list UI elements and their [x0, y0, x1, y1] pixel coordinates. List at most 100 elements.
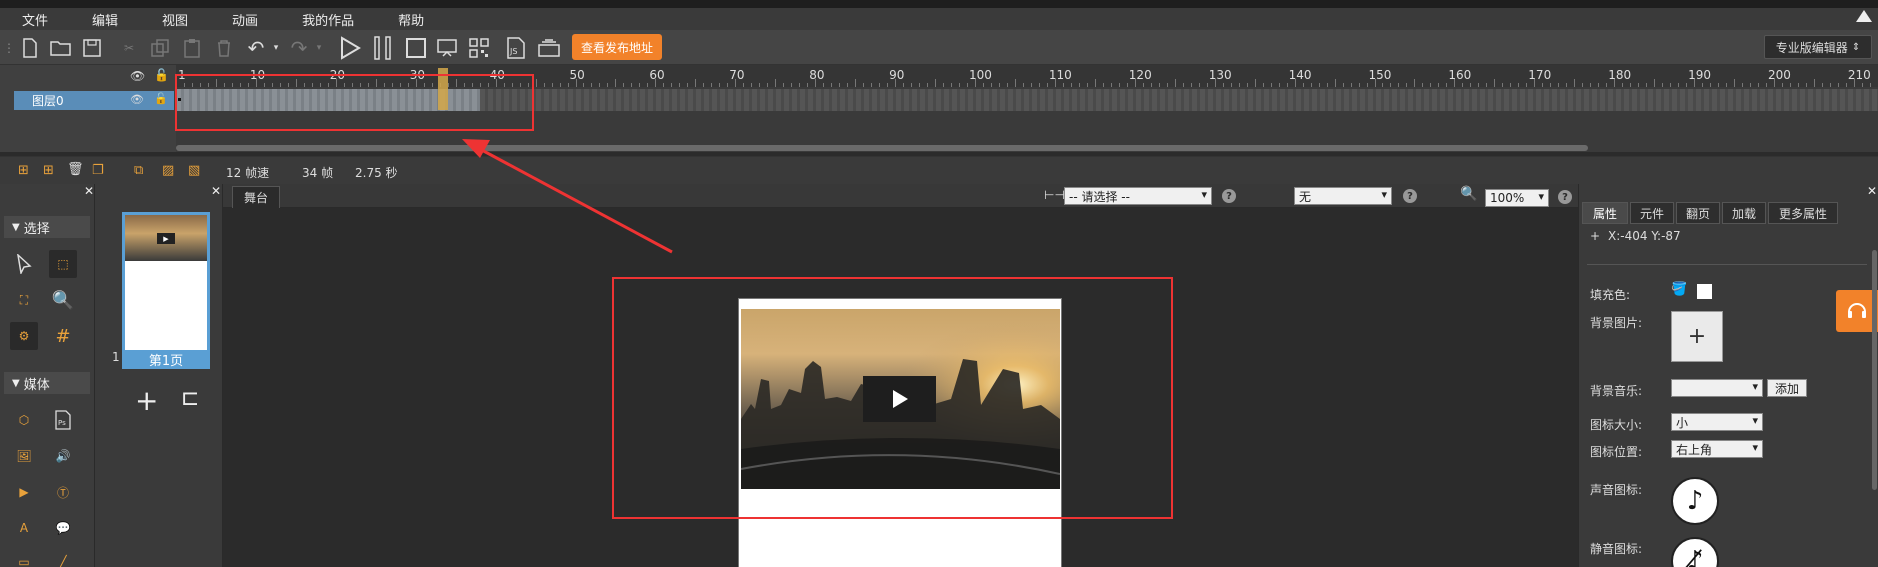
copy-icon[interactable] [148, 36, 172, 60]
menu-view[interactable]: 视图 [140, 10, 188, 29]
save-icon[interactable] [80, 36, 104, 60]
line-tool-icon[interactable]: ╱ [49, 548, 77, 567]
menu-file[interactable]: 文件 [0, 10, 48, 29]
ruler-tick [743, 83, 745, 87]
layers-stack-icon[interactable] [537, 36, 561, 60]
fill-color-swatch[interactable] [1697, 284, 1712, 299]
editor-mode-select[interactable]: 专业版编辑器 ⇕ [1764, 35, 1872, 59]
timeline-scrollbar[interactable] [176, 145, 1588, 151]
align-icon[interactable]: ⊢⊣ [1044, 188, 1065, 202]
subselect-icon[interactable]: ⬚ [49, 250, 77, 278]
add-layer-icon[interactable]: ⊞ [18, 163, 29, 178]
ruler-tick [1110, 83, 1112, 87]
help-icon[interactable]: ? [1222, 189, 1236, 203]
3d-box-icon[interactable]: ⬡ [10, 406, 38, 434]
close-icon[interactable]: ✕ [211, 184, 221, 198]
view-publish-url-button[interactable]: 查看发布地址 [572, 34, 662, 60]
menu-help[interactable]: 帮助 [376, 10, 424, 29]
media-section-label: 媒体 [23, 377, 50, 393]
menu-animation[interactable]: 动画 [210, 10, 258, 29]
stage-tab[interactable]: 舞台 [232, 186, 280, 208]
icon-position-select[interactable]: 右上角 [1671, 440, 1763, 458]
add-music-button[interactable]: 添加 [1767, 379, 1807, 397]
textbox-icon[interactable]: A [10, 514, 38, 542]
transform-icon[interactable]: ⛶ [10, 286, 38, 314]
open-folder-icon[interactable] [49, 36, 73, 60]
close-icon[interactable]: ✕ [1867, 184, 1877, 198]
preview-icon[interactable] [436, 36, 460, 60]
add-background-image-button[interactable]: + [1671, 311, 1723, 362]
photoshop-import-icon[interactable]: Ps [49, 406, 77, 434]
new-file-icon[interactable] [18, 36, 42, 60]
page-thumbnail[interactable]: ▶ [122, 212, 210, 369]
sound-icon-label: 声音图标: [1590, 483, 1643, 497]
undo-dropdown-icon[interactable]: ▾ [270, 36, 282, 60]
help-icon[interactable]: ? [1558, 190, 1572, 204]
onion-outline-icon[interactable]: ▨ [162, 163, 174, 178]
ruler-tick [1022, 83, 1024, 87]
layer-eye-icon[interactable]: 👁 [130, 93, 144, 106]
cut-icon[interactable]: ✂ [117, 36, 141, 60]
menu-edit[interactable]: 编辑 [70, 10, 118, 29]
edit-multiple-frames-icon[interactable]: ▧ [188, 163, 200, 178]
add-page-from-template-icon[interactable]: ⊏ [181, 386, 199, 411]
redo-dropdown-icon[interactable]: ▾ [313, 36, 325, 60]
audio-icon[interactable]: 🔊 [49, 442, 77, 470]
icon-size-select[interactable]: 小 [1671, 413, 1763, 431]
visibility-eye-icon[interactable]: 👁 [130, 69, 145, 83]
ruler-tick [591, 83, 593, 87]
copy-layer-icon[interactable]: ❐ [92, 163, 104, 178]
undo-icon[interactable]: ↶ [244, 36, 268, 60]
layer-lock-icon[interactable]: 🔓 [154, 92, 168, 105]
close-icon[interactable]: ✕ [84, 184, 94, 198]
select-section-header[interactable]: ▼ 选择 [4, 216, 90, 238]
tab-more-properties[interactable]: 更多属性 [1768, 202, 1838, 224]
tab-loading[interactable]: 加载 [1722, 202, 1766, 224]
add-page-icon[interactable]: + [135, 384, 158, 417]
pause-icon[interactable] [371, 36, 395, 60]
arrow-select-icon[interactable] [10, 250, 38, 278]
video-icon[interactable]: ▶ [10, 478, 38, 506]
lock-icon[interactable]: 🔓 [154, 68, 169, 82]
redo-icon[interactable]: ↷ [287, 36, 311, 60]
layer-row[interactable]: 图层0 👁 🔓 [14, 91, 174, 110]
collapse-caret-icon[interactable] [1856, 10, 1872, 22]
text-icon[interactable]: Ⓣ [49, 478, 77, 506]
ruler-tick [1774, 79, 1775, 87]
zoom-select[interactable]: 100% [1485, 189, 1549, 207]
tab-page-turn[interactable]: 翻页 [1676, 202, 1720, 224]
qrcode-icon[interactable] [467, 36, 491, 60]
tab-components[interactable]: 元件 [1630, 202, 1674, 224]
onion-skin-icon[interactable]: ⧉ [134, 163, 143, 178]
ruler-tick [1566, 83, 1568, 87]
tab-properties[interactable]: 属性 [1582, 202, 1628, 224]
background-music-select[interactable] [1671, 379, 1763, 397]
effect-select[interactable]: 无 [1294, 187, 1392, 205]
image-icon[interactable]: 🖼 [10, 442, 38, 470]
paste-icon[interactable] [180, 36, 204, 60]
javascript-icon[interactable]: JS [504, 36, 528, 60]
delete-layer-icon[interactable]: 🗑 [67, 162, 84, 177]
menu-my-works[interactable]: 我的作品 [280, 10, 354, 29]
element-settings-icon[interactable]: ⚙ [10, 322, 38, 350]
ruler-tick [1542, 83, 1544, 87]
zoom-icon[interactable]: 🔍 [49, 286, 77, 314]
add-folder-icon[interactable]: ⊞ [43, 163, 54, 178]
comment-icon[interactable]: 💬 [49, 514, 77, 542]
grid-icon[interactable]: # [49, 322, 77, 350]
select-section-label: 选择 [23, 221, 50, 237]
stop-icon[interactable] [404, 36, 428, 60]
properties-scrollbar[interactable] [1872, 250, 1877, 490]
delete-icon[interactable] [212, 36, 236, 60]
help-icon[interactable]: ? [1403, 189, 1417, 203]
music-note-icon[interactable]: ♪ [1671, 477, 1719, 525]
paint-bucket-icon[interactable]: 🪣 [1671, 282, 1687, 297]
play-icon[interactable] [338, 36, 362, 60]
ruler-tick [1430, 83, 1432, 87]
media-section-header[interactable]: ▼ 媒体 [4, 372, 90, 394]
ruler-tick [831, 83, 833, 87]
element-select[interactable]: -- 请选择 -- [1064, 187, 1212, 205]
ruler-tick [1150, 83, 1152, 87]
more-media-icon[interactable]: ▭ [10, 548, 38, 567]
page-label[interactable]: 第1页 [122, 350, 210, 369]
